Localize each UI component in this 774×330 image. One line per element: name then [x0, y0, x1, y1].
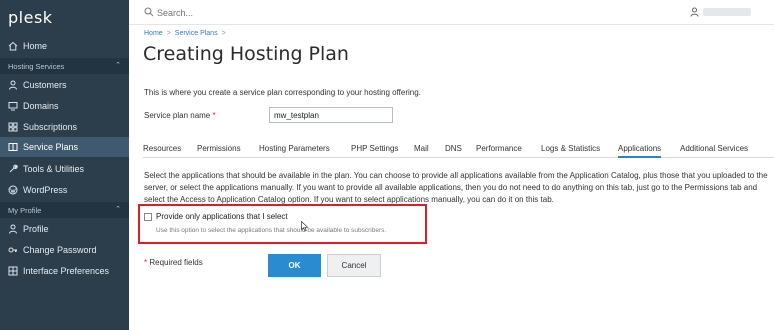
- tab-mail[interactable]: Mail: [414, 144, 429, 153]
- chevron-right-icon: >: [221, 30, 226, 37]
- user-icon: [8, 224, 18, 234]
- sidebar-item-label: Interface Preferences: [23, 266, 110, 276]
- main-content: Home > Service Plans > Creating Hosting …: [129, 25, 774, 330]
- sidebar-item-label: Service Plans: [23, 142, 79, 152]
- sidebar-item-wordpress[interactable]: WordPress: [0, 180, 129, 200]
- grid-icon: [8, 266, 18, 276]
- sidebar-item-label: Profile: [23, 224, 49, 234]
- breadcrumb-service-plans[interactable]: Service Plans: [175, 30, 218, 37]
- user-icon[interactable]: [690, 7, 699, 19]
- tab-dns[interactable]: DNS: [445, 144, 462, 153]
- sidebar-item-label: Subscriptions: [23, 122, 78, 132]
- tab-resources[interactable]: Resources: [143, 144, 181, 153]
- section-my-profile[interactable]: My Profile ⌃: [0, 202, 129, 218]
- tab-permissions[interactable]: Permissions: [197, 144, 241, 153]
- sidebar-item-label: WordPress: [23, 185, 68, 195]
- section-hosting-services[interactable]: Hosting Services ⌃: [0, 58, 129, 74]
- sidebar-item-domains[interactable]: Domains: [0, 96, 129, 116]
- required-fields-note: * Required fields: [144, 258, 203, 267]
- sidebar-item-label: Home: [23, 41, 48, 51]
- monitor-icon: [8, 101, 18, 111]
- sidebar-item-label: Customers: [23, 80, 67, 90]
- sidebar-item-subscriptions[interactable]: Subscriptions: [0, 117, 129, 137]
- tab-performance[interactable]: Performance: [476, 144, 522, 153]
- sidebar-item-change-password[interactable]: Change Password: [0, 240, 129, 260]
- tab-hosting-parameters[interactable]: Hosting Parameters: [259, 144, 330, 153]
- tab-logs-statistics[interactable]: Logs & Statistics: [541, 144, 600, 153]
- page-title: Creating Hosting Plan: [143, 43, 349, 65]
- plesk-logo[interactable]: plesk: [0, 0, 129, 36]
- key-icon: [8, 245, 18, 255]
- highlight-box: [138, 204, 427, 244]
- plan-name-label: Service plan name *: [144, 111, 216, 120]
- sidebar: plesk Home Hosting Services ⌃ Customers …: [0, 0, 129, 330]
- wordpress-icon: [8, 185, 18, 195]
- chevron-right-icon: >: [166, 30, 171, 37]
- breadcrumb-home[interactable]: Home: [144, 30, 163, 37]
- intro-text: This is where you create a service plan …: [144, 88, 421, 97]
- applications-description: Select the applications that should be a…: [144, 171, 768, 204]
- sidebar-item-customers[interactable]: Customers: [0, 75, 129, 95]
- sidebar-item-interface-preferences[interactable]: Interface Preferences: [0, 261, 129, 281]
- user-icon: [8, 80, 18, 90]
- sidebar-item-service-plans[interactable]: Service Plans: [0, 137, 129, 157]
- breadcrumb: Home > Service Plans >: [144, 30, 226, 37]
- tab-bar: Resources Permissions Hosting Parameters…: [143, 142, 774, 158]
- tab-php-settings[interactable]: PHP Settings: [351, 144, 398, 153]
- mouse-cursor-icon: [301, 220, 309, 234]
- sidebar-item-home[interactable]: Home: [0, 36, 129, 56]
- book-icon: [8, 142, 18, 152]
- tab-additional-services[interactable]: Additional Services: [680, 144, 748, 153]
- cancel-button[interactable]: Cancel: [327, 254, 381, 277]
- sidebar-item-profile[interactable]: Profile: [0, 219, 129, 239]
- top-bar: [129, 0, 774, 25]
- search-input[interactable]: [157, 6, 357, 19]
- required-mark: *: [212, 111, 216, 120]
- sidebar-item-tools[interactable]: Tools & Utilities: [0, 159, 129, 179]
- chevron-up-icon: ⌃: [115, 206, 121, 213]
- wrench-icon: [8, 164, 18, 174]
- user-account-menu[interactable]: [703, 8, 751, 16]
- tab-applications[interactable]: Applications: [618, 144, 662, 158]
- checkbox-label[interactable]: Provide only applications that I select: [156, 212, 288, 221]
- sidebar-item-label: Change Password: [23, 245, 97, 255]
- search-icon: [144, 7, 154, 19]
- home-icon: [8, 41, 18, 51]
- service-plan-name-input[interactable]: [269, 107, 393, 123]
- ok-button[interactable]: OK: [268, 254, 321, 277]
- checkbox-hint: Use this option to select the applicatio…: [156, 227, 387, 234]
- sidebar-item-label: Tools & Utilities: [23, 164, 85, 174]
- sidebar-item-label: Domains: [23, 101, 59, 111]
- chevron-up-icon: ⌃: [115, 62, 121, 69]
- provide-only-selected-checkbox[interactable]: [144, 213, 152, 221]
- grid-icon: [8, 122, 18, 132]
